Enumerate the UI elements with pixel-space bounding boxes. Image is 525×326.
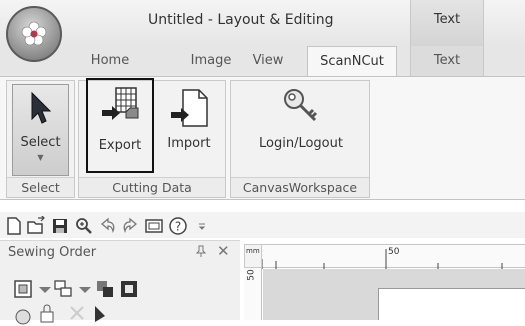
help-icon[interactable]: ?: [168, 216, 188, 236]
select-button-label: Select: [20, 135, 61, 150]
preview-icon[interactable]: [144, 216, 164, 236]
pin-icon[interactable]: [195, 245, 207, 260]
chevron-down-icon[interactable]: [74, 278, 96, 300]
save-icon[interactable]: [50, 216, 70, 236]
flower-logo-icon: [21, 21, 47, 46]
group-order-icon[interactable]: [52, 278, 74, 300]
chevron-down-icon: ▼: [37, 153, 44, 162]
panel-title: Sewing Order: [8, 245, 97, 260]
tab-image[interactable]: Image: [186, 46, 236, 76]
arrow-right-icon[interactable]: [88, 302, 110, 324]
window-title: Untitled - Layout & Editing: [148, 12, 334, 28]
export-button[interactable]: Export: [86, 78, 154, 173]
open-folder-icon[interactable]: [26, 216, 46, 236]
redo-icon[interactable]: [120, 216, 140, 236]
canvas-page[interactable]: [378, 288, 525, 320]
tab-home[interactable]: Home: [78, 46, 142, 76]
tab-text[interactable]: Text: [410, 46, 484, 76]
import-button[interactable]: Import: [158, 80, 220, 172]
disabled-icon[interactable]: [66, 302, 88, 324]
key-icon: [284, 89, 318, 122]
import-button-label: Import: [167, 136, 211, 151]
login-logout-button[interactable]: Login/Logout: [238, 80, 364, 172]
fit-icon[interactable]: [12, 278, 34, 300]
export-button-label: Export: [98, 138, 142, 153]
ruler-unit-corner: mm: [244, 244, 262, 268]
select-button[interactable]: Select ▼: [12, 84, 69, 176]
frame-icon[interactable]: [118, 278, 140, 300]
group-label-select: Select: [7, 177, 74, 197]
ruler-label-vertical: 50: [246, 269, 257, 281]
context-tab-header-label: Text: [433, 12, 461, 27]
zoom-icon[interactable]: [74, 216, 94, 236]
login-logout-button-label: Login/Logout: [259, 136, 343, 151]
group-label-canvasworkspace: CanvasWorkspace: [231, 177, 369, 197]
group-label-cutting-data: Cutting Data: [79, 177, 225, 197]
close-icon[interactable]: ✕: [217, 242, 230, 260]
tab-scanncut[interactable]: ScanNCut: [307, 46, 397, 77]
undo-icon[interactable]: [98, 216, 118, 236]
svg-text:?: ?: [175, 220, 181, 234]
customize-dropdown-icon[interactable]: [192, 216, 212, 236]
application-menu-button[interactable]: [6, 6, 62, 62]
ruler-unit-label: mm: [246, 247, 260, 255]
import-page-icon: [171, 89, 208, 127]
context-tab-header: Text: [410, 0, 484, 46]
export-grid-icon: [102, 87, 139, 120]
tool-icon[interactable]: [12, 304, 34, 326]
ruler-label-horizontal: 50: [388, 247, 400, 257]
layer-order-icon[interactable]: [94, 278, 116, 300]
tab-view[interactable]: View: [245, 46, 291, 76]
lock-icon[interactable]: [36, 302, 58, 324]
arrow-cursor-icon: [31, 91, 51, 124]
new-file-icon[interactable]: [4, 216, 24, 236]
